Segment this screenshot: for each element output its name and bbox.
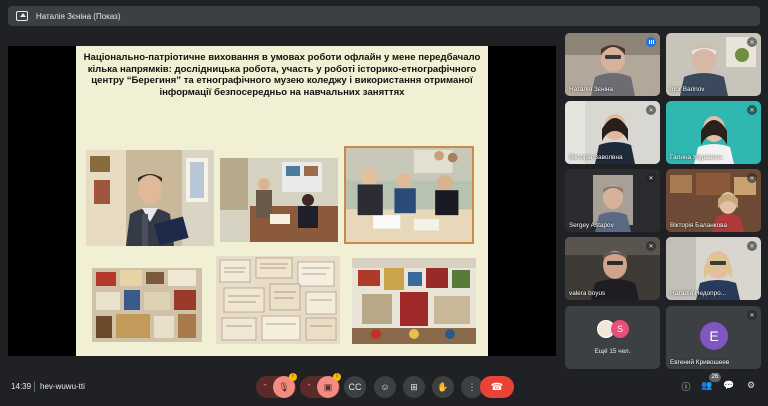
warning-icon: ! [289, 373, 297, 381]
mic-off-icon: ✕ [747, 310, 757, 320]
activities-icon[interactable]: ⚙ [744, 380, 758, 394]
participant-tile[interactable]: ✕ Sergey Astapov [565, 169, 660, 232]
emoji-icon: ☺ [380, 382, 390, 392]
divider [34, 381, 35, 392]
mic-control[interactable]: ⌃ 🎙! [256, 373, 297, 398]
participant-tile[interactable]: ✕ Igor Barinov [666, 33, 761, 96]
captions-button[interactable]: CC [344, 376, 366, 398]
present-now-icon: ⊞ [410, 381, 418, 392]
participant-tile[interactable]: Наталія Зєніна [565, 33, 660, 96]
hang-up-button[interactable]: ☎ [480, 376, 514, 398]
participant-tile[interactable]: ✕ Галина Журавель [666, 101, 761, 164]
mic-off-icon: ✕ [747, 241, 757, 251]
more-options-icon: ⋮ [467, 381, 477, 392]
meeting-code: hev-wuwu-tti [40, 382, 85, 391]
participant-name: Igor Barinov [670, 86, 705, 93]
mic-off-icon[interactable]: 🎙! [273, 373, 297, 398]
participant-tile[interactable]: ✕ Вікторія Баланкова [666, 169, 761, 232]
avatar: E [700, 322, 728, 350]
participant-name: valera boyus [569, 290, 606, 297]
present-screen-icon [16, 11, 28, 21]
participant-name: Вікторія Баланкова [670, 222, 728, 229]
mic-off-icon: ✕ [646, 105, 656, 115]
chevron-up-icon[interactable]: ⌃ [301, 383, 317, 391]
meet-window: Наталія Зєніна (Показ) Національно-патрі… [0, 0, 768, 406]
captions-icon: CC [348, 382, 362, 392]
people-icon[interactable]: 👥 [700, 380, 714, 394]
emoji-button[interactable]: ☺ [374, 376, 396, 398]
info-icon[interactable]: ⓘ [679, 380, 693, 394]
camera-control[interactable]: ⌃ ▣! [300, 373, 341, 398]
participant-name: Sergey Astapov [569, 222, 614, 229]
chevron-up-icon[interactable]: ⌃ [257, 383, 273, 391]
participant-name: Наталія Недопро... [670, 290, 727, 297]
mic-off-icon: ✕ [747, 37, 757, 47]
more-participants-label: Ещё 15 чел. [594, 348, 631, 355]
participant-name: Наталія Зєніна [569, 86, 613, 93]
slide-title: Національно-патріотичне виховання в умов… [83, 52, 481, 98]
mic-off-icon: ✕ [747, 105, 757, 115]
more-participants-tile[interactable]: S Ещё 15 чел. [565, 306, 660, 369]
presenting-title: Наталія Зєніна (Показ) [36, 11, 121, 21]
speaking-indicator-icon [646, 37, 656, 47]
bottom-control-bar: 14:39 hev-wuwu-tti ⌃ 🎙! ⌃ ▣! CC ☺ ⊞ ✋ ⋮ … [0, 372, 768, 402]
slide-photo-ethno-exhibit [352, 258, 476, 344]
more-participants-avatars: S [597, 320, 631, 340]
participant-tile[interactable]: ✕ valera boyus [565, 237, 660, 300]
mic-off-icon: ✕ [747, 173, 757, 183]
participant-name: Вікторія Заволвна [569, 154, 623, 161]
slide-photo-books [92, 268, 202, 342]
chat-icon[interactable]: 💬 [722, 380, 736, 394]
raise-hand-icon: ✋ [437, 381, 449, 392]
warning-icon: ! [333, 373, 341, 381]
presenting-bar: Наталія Зєніна (Показ) [8, 6, 760, 26]
participant-name: Евгений Кривошеев [670, 359, 730, 366]
presentation-slide: Національно-патріотичне виховання в умов… [76, 46, 488, 356]
slide-photo-notes-collage [216, 256, 340, 344]
participant-tile[interactable]: E ✕ Евгений Кривошеев [666, 306, 761, 369]
present-now-button[interactable]: ⊞ [403, 376, 425, 398]
slide-photo-museum-room [220, 158, 338, 242]
participant-tile[interactable]: ✕ Вікторія Заволвна [565, 101, 660, 164]
slide-photo-student [86, 150, 214, 246]
hang-up-icon: ☎ [490, 381, 504, 393]
raise-hand-button[interactable]: ✋ [432, 376, 454, 398]
participant-name: Галина Журавель [670, 154, 723, 161]
presentation-stage[interactable]: Національно-патріотичне виховання в умов… [8, 46, 556, 356]
participant-tile[interactable]: ✕ Наталія Недопро... [666, 237, 761, 300]
slide-photo-students-table [344, 146, 474, 244]
camera-off-icon[interactable]: ▣! [317, 373, 341, 398]
mic-off-icon: ✕ [646, 173, 656, 183]
meeting-time: 14:39 [11, 382, 32, 391]
avatar: S [611, 320, 629, 338]
mic-off-icon: ✕ [646, 241, 656, 251]
